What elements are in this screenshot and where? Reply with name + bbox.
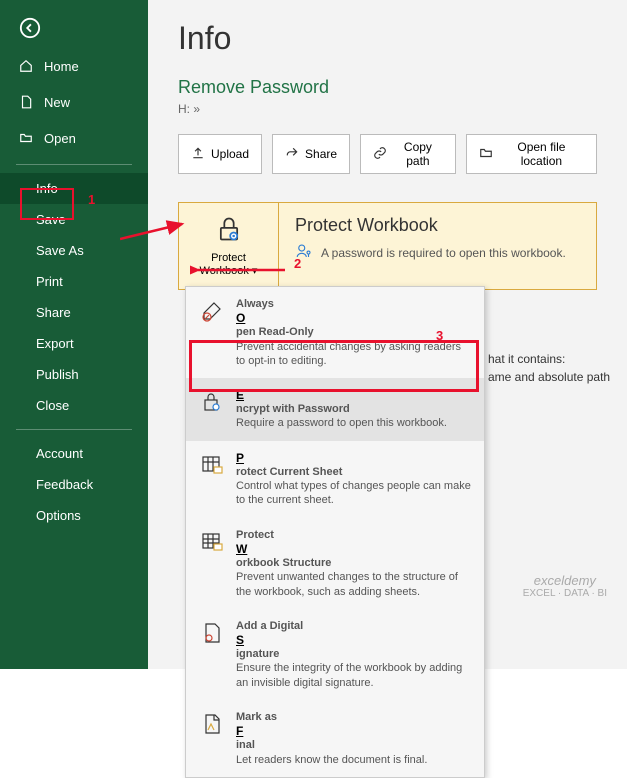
annotation-number: 2 — [294, 256, 301, 271]
ribbon-doc-icon — [198, 619, 226, 690]
sidebar-item-home[interactable]: Home — [0, 48, 148, 84]
sidebar-item-options[interactable]: Options — [0, 500, 148, 531]
protect-heading: Protect Workbook — [295, 215, 580, 236]
sidebar-item-new[interactable]: New — [0, 84, 148, 120]
open-icon — [18, 130, 34, 146]
final-doc-icon — [198, 710, 226, 767]
properties-text: hat it contains: ame and absolute path — [488, 350, 610, 386]
action-row: Upload Share Copy path Open file locatio… — [178, 134, 597, 174]
protect-desc: A password is required to open this work… — [321, 246, 566, 260]
share-button[interactable]: Share — [272, 134, 350, 174]
open-location-button[interactable]: Open file location — [466, 134, 597, 174]
menu-protect-workbook-structure[interactable]: Protect Workbook StructurePrevent unwant… — [186, 518, 484, 609]
sidebar-item-export[interactable]: Export — [0, 328, 148, 359]
upload-button[interactable]: Upload — [178, 134, 262, 174]
page-title: Info — [178, 20, 597, 57]
lock-key-icon — [198, 388, 226, 431]
sidebar-item-feedback[interactable]: Feedback — [0, 469, 148, 500]
folder-icon — [479, 146, 493, 163]
sidebar-label: Home — [44, 59, 79, 74]
sidebar-item-print[interactable]: Print — [0, 266, 148, 297]
annotation-box-3 — [189, 340, 479, 392]
sidebar-label: Open — [44, 131, 76, 146]
document-path: H: » — [178, 102, 597, 116]
new-icon — [18, 94, 34, 110]
lock-icon — [215, 215, 243, 248]
sheet-lock-icon — [198, 451, 226, 508]
annotation-box-1 — [20, 188, 74, 220]
sidebar-item-close[interactable]: Close — [0, 390, 148, 421]
share-icon — [285, 146, 299, 163]
sidebar-item-account[interactable]: Account — [0, 438, 148, 469]
annotation-arrow — [120, 214, 195, 244]
divider — [16, 429, 132, 430]
divider — [16, 164, 132, 165]
link-icon — [373, 146, 387, 163]
menu-protect-current-sheet[interactable]: Protect Current SheetControl what types … — [186, 441, 484, 518]
sidebar-item-open[interactable]: Open — [0, 120, 148, 156]
upload-icon — [191, 146, 205, 163]
document-title: Remove Password — [178, 77, 597, 98]
home-icon — [18, 58, 34, 74]
sidebar-item-publish[interactable]: Publish — [0, 359, 148, 390]
grid-lock-icon — [198, 528, 226, 599]
backstage-sidebar: Home New Open Info Save Save As Print Sh… — [0, 0, 148, 669]
annotation-arrow — [190, 260, 290, 280]
menu-add-digital-signature[interactable]: Add a Digital SignatureEnsure the integr… — [186, 609, 484, 700]
sidebar-item-share[interactable]: Share — [0, 297, 148, 328]
menu-mark-as-final[interactable]: Mark as FinalLet readers know the docume… — [186, 700, 484, 777]
back-button[interactable] — [10, 8, 50, 48]
watermark: exceldemy EXCEL · DATA · BI — [523, 573, 607, 599]
copy-path-button[interactable]: Copy path — [360, 134, 456, 174]
annotation-number: 1 — [88, 192, 95, 207]
sidebar-label: New — [44, 95, 70, 110]
annotation-number: 3 — [436, 328, 443, 343]
